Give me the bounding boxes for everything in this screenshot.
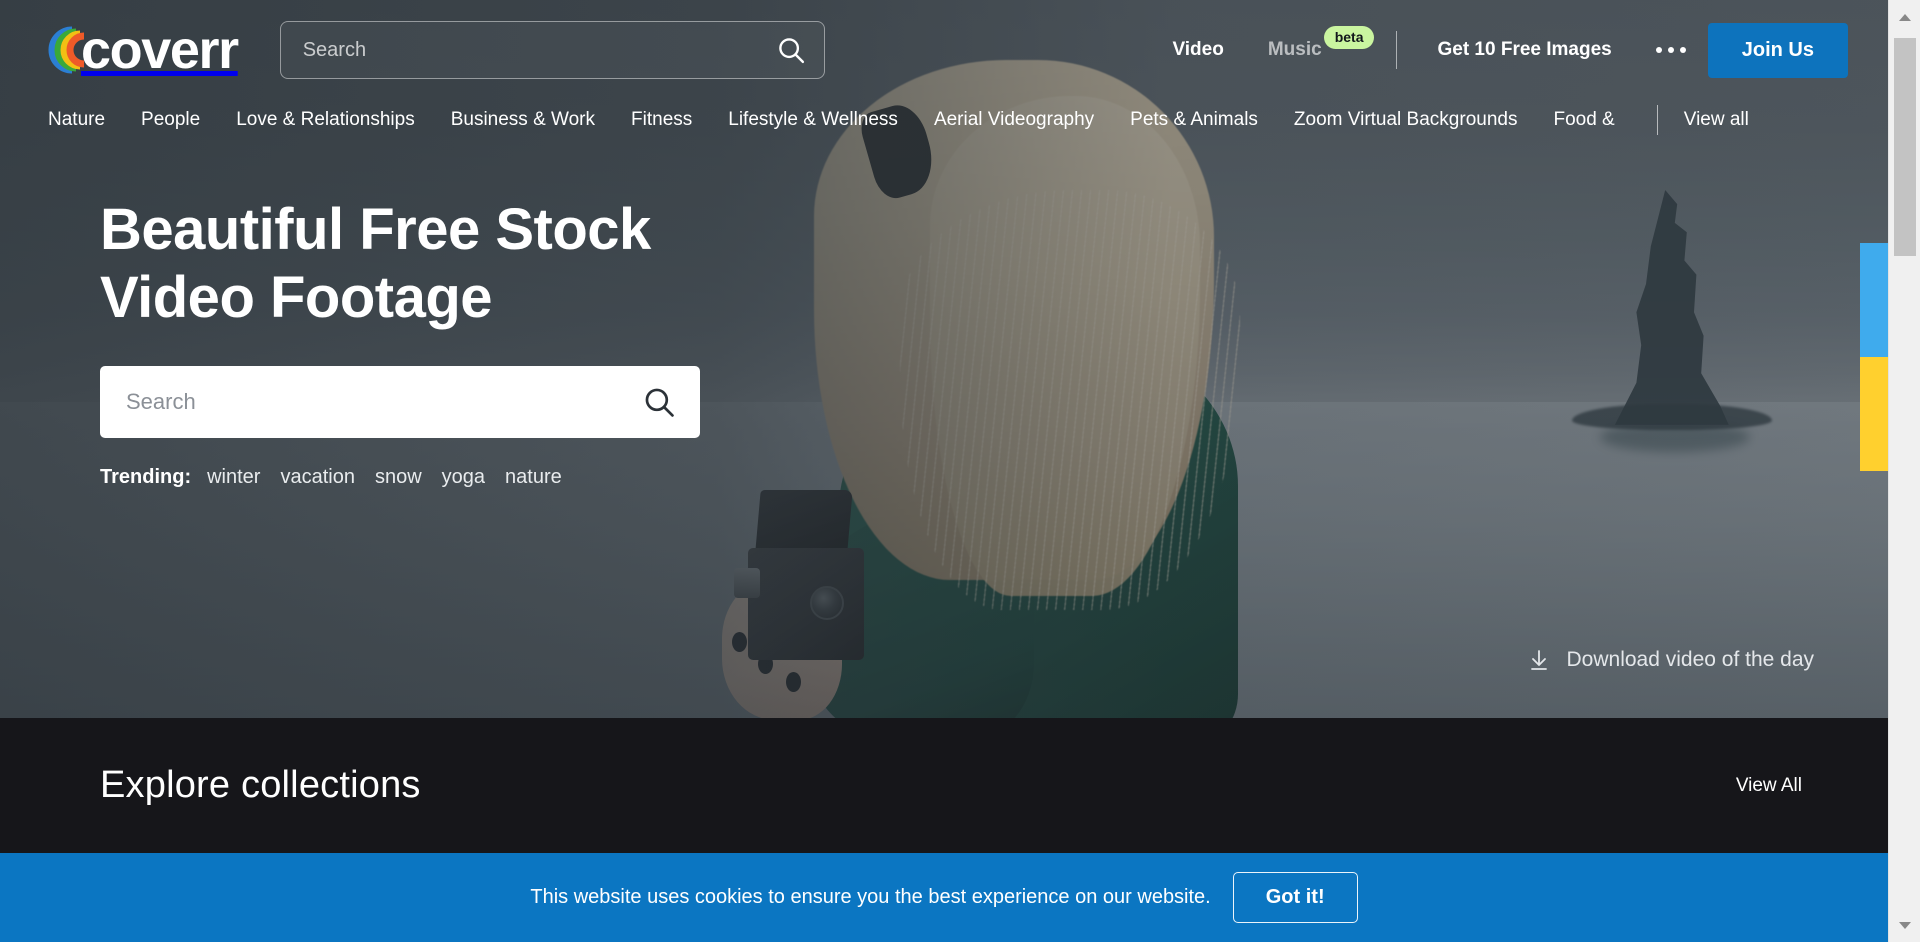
site-header: coverr Video Music beta <box>0 0 1888 135</box>
ellipsis-icon[interactable] <box>1634 47 1708 53</box>
logo-rainbow-icon <box>48 26 85 74</box>
hero-title: Beautiful Free Stock Video Footage <box>100 196 700 332</box>
header-search-box[interactable] <box>279 21 825 79</box>
hero-content: Beautiful Free Stock Video Footage Trend… <box>100 196 700 489</box>
scroll-down-arrow[interactable] <box>1889 912 1920 938</box>
category-nature[interactable]: Nature <box>48 109 105 131</box>
browser-viewport: coverr Video Music beta <box>0 0 1920 942</box>
rainbow-arc-icon <box>48 26 85 74</box>
search-icon[interactable] <box>642 385 676 419</box>
cookie-message: This website uses cookies to ensure you … <box>530 886 1211 908</box>
explore-collections-title: Explore collections <box>100 764 421 806</box>
scroll-up-arrow[interactable] <box>1889 4 1920 30</box>
page-content: coverr Video Music beta <box>0 0 1888 942</box>
trending-tag-nature[interactable]: nature <box>505 466 562 489</box>
nav-music[interactable]: Music <box>1246 39 1328 61</box>
coverr-logo[interactable]: coverr <box>48 20 239 80</box>
logo-wordmark: coverr <box>81 20 239 80</box>
category-people[interactable]: People <box>141 109 200 131</box>
music-beta-badge: beta <box>1323 25 1375 49</box>
trending-tag-winter[interactable]: winter <box>207 466 260 489</box>
category-lifestyle-wellness[interactable]: Lifestyle & Wellness <box>728 109 898 131</box>
search-icon[interactable] <box>776 35 806 65</box>
download-label: Download video of the day <box>1566 648 1815 671</box>
header-right-nav: Video Music beta Get 10 Free Images Join… <box>1150 22 1848 78</box>
category-divider <box>1656 105 1658 135</box>
category-nav: Nature People Love & Relationships Busin… <box>0 100 1888 140</box>
category-love-relationships[interactable]: Love & Relationships <box>236 109 415 131</box>
category-zoom-virtual-backgrounds[interactable]: Zoom Virtual Backgrounds <box>1294 109 1518 131</box>
trending-row: Trending: winter vacation snow yoga natu… <box>100 466 700 489</box>
hero-title-line-1: Beautiful Free Stock <box>100 197 651 262</box>
category-pets-animals[interactable]: Pets & Animals <box>1130 109 1258 131</box>
header-search-input[interactable] <box>302 38 776 62</box>
hero-search-input[interactable] <box>126 388 642 415</box>
join-us-button[interactable]: Join Us <box>1707 22 1848 78</box>
page-scrollbar[interactable] <box>1888 0 1920 942</box>
cookie-accept-button[interactable]: Got it! <box>1232 872 1358 923</box>
nav-video[interactable]: Video <box>1150 39 1245 61</box>
ukraine-flag-yellow <box>1860 357 1888 471</box>
trending-label: Trending: <box>100 465 192 488</box>
category-business-work[interactable]: Business & Work <box>451 109 595 131</box>
cookie-consent-banner: This website uses cookies to ensure you … <box>0 853 1888 942</box>
header-divider <box>1396 31 1398 69</box>
scrollbar-thumb[interactable] <box>1894 38 1916 256</box>
category-food[interactable]: Food & <box>1553 109 1614 131</box>
nav-free-images[interactable]: Get 10 Free Images <box>1415 39 1633 61</box>
download-icon[interactable] <box>1527 648 1551 672</box>
category-view-all[interactable]: View all <box>1684 109 1749 131</box>
explore-view-all-link[interactable]: View All <box>1736 775 1802 797</box>
header-top-row: coverr Video Music beta <box>0 0 1888 100</box>
hero-section: coverr Video Music beta <box>0 0 1888 718</box>
download-video-of-the-day-button[interactable]: Download video of the day <box>1527 648 1815 672</box>
explore-collections-section: Explore collections View All <box>0 718 1888 853</box>
trending-tag-vacation[interactable]: vacation <box>280 466 355 489</box>
trending-tag-yoga[interactable]: yoga <box>442 466 485 489</box>
category-aerial-videography[interactable]: Aerial Videography <box>934 109 1094 131</box>
trending-tag-snow[interactable]: snow <box>375 466 422 489</box>
hero-search-box[interactable] <box>100 365 700 438</box>
category-fitness[interactable]: Fitness <box>631 109 692 131</box>
hero-title-line-2: Video Footage <box>100 264 493 330</box>
ukraine-flag-strip[interactable] <box>1860 243 1888 471</box>
ukraine-flag-blue <box>1860 243 1888 357</box>
